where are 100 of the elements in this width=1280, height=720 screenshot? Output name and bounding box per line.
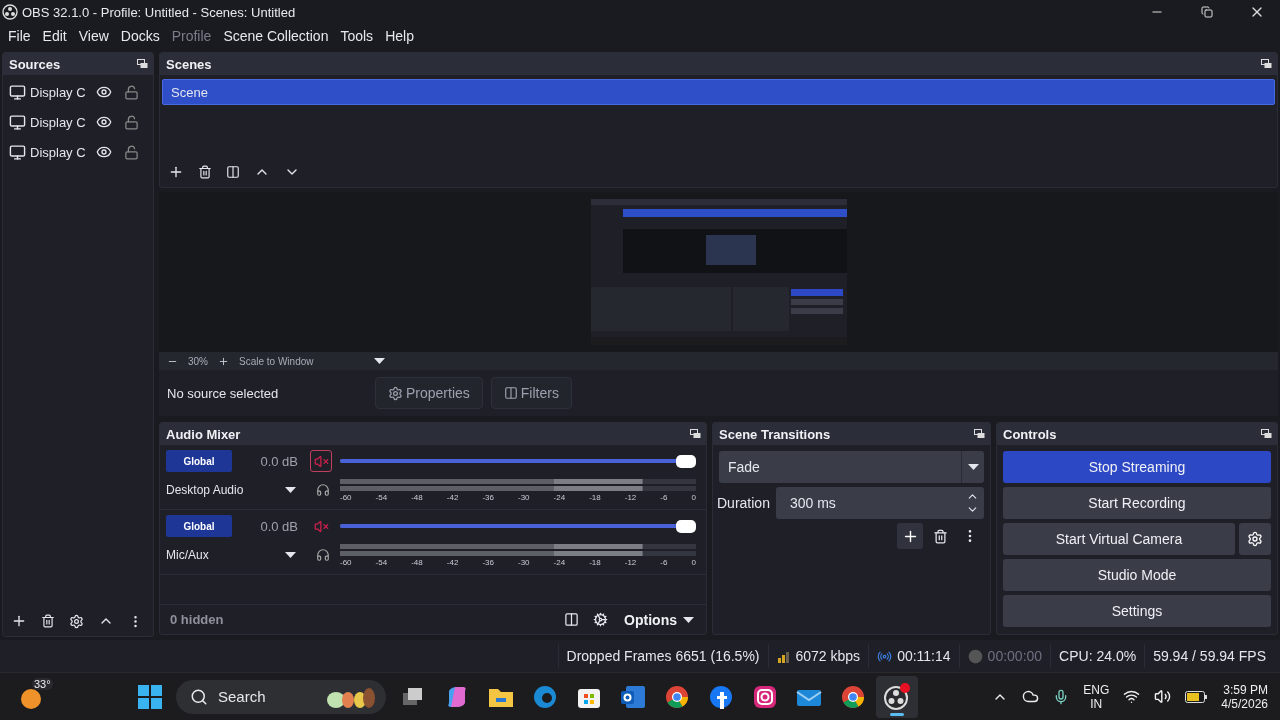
headphones-icon bbox=[316, 548, 330, 562]
monitor-icon bbox=[9, 113, 26, 131]
meter-tick-label: -30 bbox=[517, 492, 530, 502]
control-button[interactable]: Start Recording bbox=[1003, 487, 1271, 519]
mode-button[interactable]: Global bbox=[166, 450, 232, 472]
muted-speaker-icon bbox=[313, 453, 329, 469]
meter-tick-label: -60 bbox=[340, 557, 352, 567]
undock-icon[interactable] bbox=[1261, 59, 1272, 69]
mode-button[interactable]: Global bbox=[166, 515, 232, 537]
undock-icon[interactable] bbox=[974, 429, 985, 439]
volume-icon[interactable] bbox=[1154, 688, 1172, 705]
menu-item[interactable]: File bbox=[2, 26, 37, 46]
settings-button[interactable] bbox=[1239, 523, 1271, 555]
meter-tick-label: -54 bbox=[375, 492, 388, 502]
muted-speaker-icon bbox=[313, 518, 329, 534]
app-logo-icon bbox=[2, 4, 18, 20]
caret-icon bbox=[285, 487, 296, 493]
menu-item[interactable]: Docks bbox=[114, 26, 166, 46]
undock-icon[interactable] bbox=[1261, 429, 1272, 439]
menu-item[interactable]: Help bbox=[379, 26, 420, 46]
eye-icon bbox=[96, 114, 112, 130]
wifi-icon[interactable] bbox=[1123, 688, 1141, 705]
unlocked-icon bbox=[124, 114, 139, 130]
clock-date[interactable]: 4/5/2026 bbox=[1221, 696, 1268, 711]
transition-value: Fade bbox=[728, 459, 760, 475]
clock-time[interactable]: 3:59 PM bbox=[1223, 682, 1268, 697]
scale-mode[interactable]: Scale to Window bbox=[239, 355, 314, 367]
source-name[interactable]: Display C bbox=[30, 114, 88, 130]
trash-icon bbox=[41, 614, 55, 628]
browser-icon bbox=[533, 684, 557, 709]
dock-title: Scenes bbox=[166, 56, 212, 72]
cloud-icon[interactable] bbox=[1022, 688, 1040, 705]
search-icon bbox=[190, 687, 208, 706]
slider-thumb[interactable] bbox=[676, 454, 696, 468]
camera-app-icon bbox=[753, 684, 777, 709]
menu-item[interactable]: Tools bbox=[334, 26, 380, 46]
meter-tick-label: -48 bbox=[411, 557, 423, 567]
caret-icon bbox=[967, 464, 979, 470]
meter-tick-label: -6 bbox=[660, 492, 668, 502]
scene-item[interactable]: Scene bbox=[162, 79, 1275, 105]
gear-icon bbox=[388, 385, 403, 401]
properties-button[interactable]: Properties bbox=[375, 377, 483, 409]
meter-tick-label: -36 bbox=[482, 492, 494, 502]
meter-tick-label: -36 bbox=[482, 557, 494, 567]
window-title: OBS 32.1.0 - Profile: Untitled - Scenes: Untitled bbox=[22, 4, 297, 20]
meter-tick-label: -24 bbox=[553, 557, 566, 567]
volume-reading: 0.0 dB bbox=[259, 453, 299, 469]
active-indicator bbox=[890, 712, 904, 716]
input-region[interactable]: IN bbox=[1090, 696, 1103, 711]
source-name[interactable]: Display C bbox=[30, 144, 88, 160]
menu-item[interactable]: Scene Collection bbox=[217, 26, 335, 46]
meter-tick-label: -42 bbox=[446, 492, 459, 502]
task-view-icon bbox=[402, 686, 424, 707]
trash-icon bbox=[198, 165, 212, 179]
add-button[interactable] bbox=[897, 523, 923, 549]
browser-icon bbox=[665, 684, 689, 709]
meter-tick-label: -42 bbox=[446, 557, 459, 567]
taskbar-app-button[interactable] bbox=[876, 675, 918, 718]
zoom-in-button[interactable] bbox=[218, 355, 229, 367]
control-button[interactable]: Studio Mode bbox=[1003, 559, 1271, 591]
dock-title: Audio Mixer bbox=[166, 426, 241, 442]
taskbar-search[interactable]: Search bbox=[176, 679, 386, 714]
control-button[interactable]: Start Virtual Camera bbox=[1003, 523, 1235, 555]
control-button[interactable]: Settings bbox=[1003, 595, 1271, 627]
undock-icon[interactable] bbox=[690, 429, 701, 439]
monitor-icon bbox=[9, 143, 26, 161]
temperature: 33° bbox=[32, 677, 53, 690]
muted-speaker-button[interactable] bbox=[310, 450, 332, 472]
duration-field[interactable]: 300 ms bbox=[775, 487, 984, 519]
hidden-count: 0 hidden bbox=[170, 612, 225, 627]
browser-icon bbox=[841, 684, 865, 709]
source-name[interactable]: Display C bbox=[30, 84, 88, 100]
record-time: 00:00:00 bbox=[987, 648, 1043, 664]
assistant-icon bbox=[445, 684, 469, 709]
gear-icon bbox=[69, 613, 84, 629]
control-button[interactable]: Stop Streaming bbox=[1003, 451, 1271, 483]
slider-thumb[interactable] bbox=[676, 519, 696, 533]
undock-icon[interactable] bbox=[137, 59, 148, 69]
frame-rate: 59.94 / 59.94 FPS bbox=[1153, 648, 1266, 664]
menu-item[interactable]: Edit bbox=[36, 26, 73, 46]
zoom-level: 30% bbox=[188, 355, 208, 367]
split-panel-icon bbox=[564, 612, 580, 627]
split-panel-icon bbox=[503, 386, 518, 400]
dock-title: Sources bbox=[9, 56, 61, 72]
start-menu-icon[interactable] bbox=[138, 684, 162, 709]
stream-time: 00:11:14 bbox=[897, 648, 951, 664]
monitor-icon bbox=[9, 83, 26, 101]
battery-icon[interactable] bbox=[1185, 690, 1208, 703]
input-language[interactable]: ENG bbox=[1083, 682, 1110, 697]
dropdown-caret-icon bbox=[373, 358, 385, 364]
filters-button[interactable]: Filters bbox=[490, 377, 572, 409]
meter-tick-label: -6 bbox=[660, 557, 668, 567]
dock-title: Controls bbox=[1003, 426, 1057, 442]
menu-item[interactable]: View bbox=[72, 26, 115, 46]
headphones-icon bbox=[316, 483, 330, 497]
recorder-app-icon bbox=[883, 682, 911, 711]
options-button[interactable]: Options bbox=[618, 611, 700, 628]
meter-tick-label: 0 bbox=[691, 557, 696, 567]
cpu-usage: CPU: 24.0% bbox=[1059, 648, 1137, 664]
transition-select[interactable]: Fade bbox=[719, 451, 984, 483]
